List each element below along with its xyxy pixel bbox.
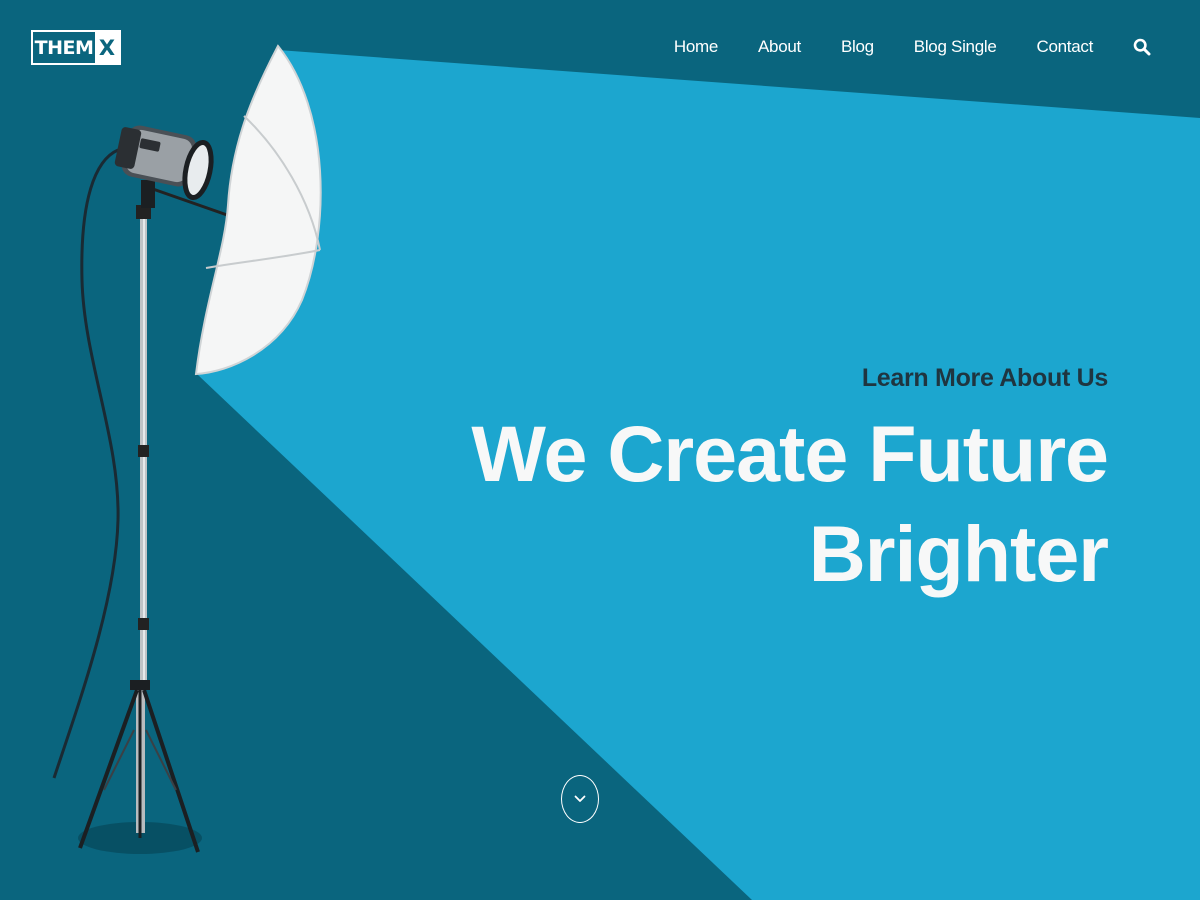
logo-accent: X: [95, 32, 119, 63]
nav-contact[interactable]: Contact: [1037, 36, 1094, 58]
nav-home[interactable]: Home: [674, 36, 718, 58]
hero-title-line-1: We Create Future: [471, 409, 1109, 498]
site-logo[interactable]: THEM X: [31, 30, 121, 65]
logo-text: THEM: [34, 36, 94, 59]
nav-about[interactable]: About: [758, 36, 801, 58]
scroll-down-button[interactable]: [561, 775, 599, 823]
studio-light-illustration: [52, 44, 322, 854]
hero-subtitle: Learn More About Us: [861, 364, 1108, 392]
main-nav: Home About Blog Blog Single Contact: [674, 36, 1093, 58]
nav-blog[interactable]: Blog: [841, 36, 874, 58]
search-button[interactable]: [1133, 38, 1151, 56]
search-icon: [1133, 38, 1151, 56]
chevron-down-icon: [574, 795, 586, 802]
nav-blog-single[interactable]: Blog Single: [914, 36, 997, 58]
hero-title: We Create Future Brighter: [468, 404, 1109, 604]
hero-title-line-2: Brighter: [808, 509, 1109, 598]
hero-text: Learn More About Us We Create Future Bri…: [468, 362, 1109, 604]
